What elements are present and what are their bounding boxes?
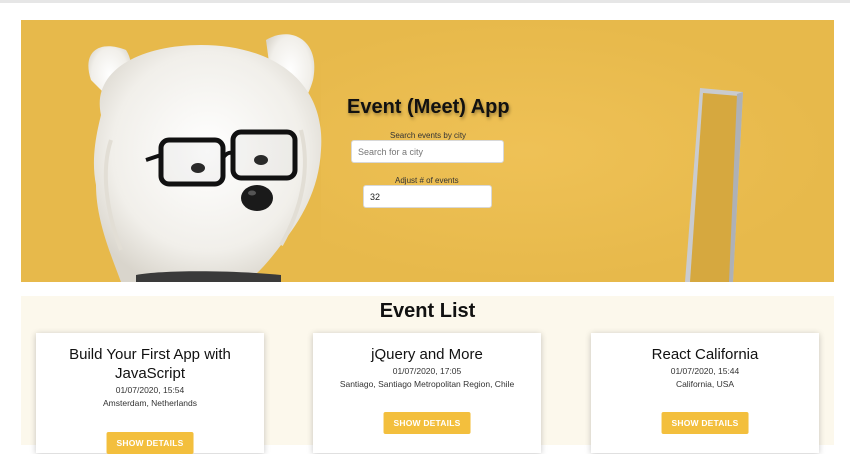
- event-datetime: 01/07/2020, 17:05: [392, 366, 462, 376]
- show-details-button[interactable]: SHOW DETAILS: [106, 432, 194, 454]
- event-list-section: Event List Build Your First App with Jav…: [21, 296, 834, 454]
- event-name: jQuery and More: [371, 346, 483, 363]
- event-location: California, USA: [675, 379, 735, 389]
- show-details-button[interactable]: SHOW DETAILS: [661, 412, 749, 434]
- event-card: Build Your First App with JavaScript 01/…: [36, 333, 264, 454]
- event-name: React California: [651, 346, 759, 363]
- event-card: React California 01/07/2020, 15:44 Calif…: [591, 333, 819, 453]
- page-title: Event (Meet) App: [347, 96, 510, 118]
- event-count-label: Adjust # of events: [395, 176, 459, 185]
- dog-with-glasses-image: [88, 34, 322, 282]
- hero-banner: Event (Meet) App Search events by city A…: [21, 20, 834, 282]
- event-card: jQuery and More 01/07/2020, 17:05 Santia…: [313, 333, 541, 453]
- event-datetime: 01/07/2020, 15:54: [115, 385, 185, 395]
- search-label: Search events by city: [390, 131, 467, 140]
- city-search-input[interactable]: [351, 140, 504, 163]
- event-location: Santiago, Santiago Metropolitan Region, …: [339, 379, 515, 389]
- event-datetime: 01/07/2020, 15:44: [670, 366, 740, 376]
- event-list-title: Event List: [379, 300, 476, 322]
- laptop-image: [685, 88, 743, 282]
- event-location: Amsterdam, Netherlands: [102, 398, 197, 408]
- show-details-button[interactable]: SHOW DETAILS: [383, 412, 471, 434]
- event-count-input[interactable]: [363, 185, 492, 208]
- top-border: [0, 0, 850, 3]
- event-name: Build Your First App with JavaScript: [69, 346, 231, 382]
